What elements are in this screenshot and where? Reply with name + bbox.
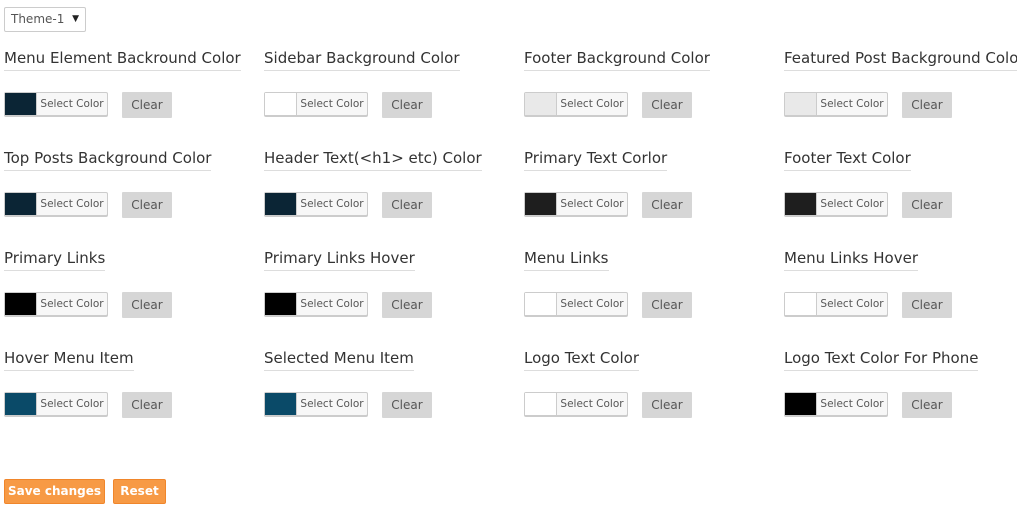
select-color-label: Select Color	[300, 398, 364, 410]
select-color-button[interactable]: Select Color	[264, 192, 368, 216]
clear-button[interactable]: Clear	[642, 92, 692, 118]
color-setting: Header Text(<h1> etc) Color Select Color C…	[264, 148, 514, 228]
color-setting: Footer Text Color Select Color Clear	[784, 148, 1017, 228]
clear-button[interactable]: Clear	[642, 192, 692, 218]
select-color-button[interactable]: Select Color	[264, 92, 368, 116]
clear-button[interactable]: Clear	[642, 292, 692, 318]
select-color-label: Select Color	[40, 98, 104, 110]
clear-button[interactable]: Clear	[902, 92, 952, 118]
select-color-button[interactable]: Select Color	[4, 392, 108, 416]
color-setting-label: Header Text(<h1> etc) Color	[264, 148, 482, 171]
clear-button[interactable]: Clear	[382, 192, 432, 218]
clear-button[interactable]: Clear	[642, 392, 692, 418]
color-setting-label: Logo Text Color For Phone	[784, 348, 979, 371]
color-setting-label: Primary Text Corlor	[524, 148, 668, 171]
color-setting-label: Menu Element Backround Color	[4, 48, 241, 71]
color-setting: Primary Links Hover Select Color Clear	[264, 248, 514, 328]
color-swatch[interactable]	[265, 293, 297, 315]
color-setting-label: Footer Text Color	[784, 148, 911, 171]
select-color-label: Select Color	[820, 198, 884, 210]
select-color-button[interactable]: Select Color	[784, 192, 888, 216]
color-setting-label: Top Posts Background Color	[4, 148, 212, 171]
color-setting-label: Sidebar Background Color	[264, 48, 460, 71]
color-swatch[interactable]	[525, 293, 557, 315]
select-color-label: Select Color	[40, 398, 104, 410]
color-setting: Footer Background Color Select Color Clear	[524, 48, 774, 128]
color-swatch[interactable]	[5, 393, 37, 415]
select-color-label: Select Color	[820, 98, 884, 110]
clear-button[interactable]: Clear	[902, 192, 952, 218]
clear-button[interactable]: Clear	[122, 292, 172, 318]
clear-button[interactable]: Clear	[122, 392, 172, 418]
color-setting: Top Posts Background Color Select Color Cl…	[4, 148, 254, 228]
color-setting-label: Footer Background Color	[524, 48, 710, 71]
color-setting: Sidebar Background Color Select Color Clea…	[264, 48, 514, 128]
select-color-label: Select Color	[300, 198, 364, 210]
clear-button[interactable]: Clear	[382, 292, 432, 318]
color-settings-grid: Menu Element Backround Color Select Color…	[0, 0, 1017, 440]
select-color-label: Select Color	[560, 298, 624, 310]
select-color-label: Select Color	[820, 398, 884, 410]
color-swatch[interactable]	[525, 393, 557, 415]
select-color-label: Select Color	[560, 198, 624, 210]
color-setting: Menu Links Select Color Clear	[524, 248, 774, 328]
clear-button[interactable]: Clear	[382, 92, 432, 118]
color-setting: Hover Menu Item Select Color Clear	[4, 348, 254, 428]
clear-button[interactable]: Clear	[122, 192, 172, 218]
clear-button[interactable]: Clear	[902, 292, 952, 318]
select-color-label: Select Color	[820, 298, 884, 310]
color-setting: Menu Element Backround Color Select Color…	[4, 48, 254, 128]
select-color-button[interactable]: Select Color	[784, 92, 888, 116]
color-swatch[interactable]	[525, 193, 557, 215]
select-color-label: Select Color	[300, 298, 364, 310]
color-setting-label: Primary Links Hover	[264, 248, 415, 271]
color-swatch[interactable]	[265, 93, 297, 115]
color-swatch[interactable]	[5, 293, 37, 315]
select-color-label: Select Color	[560, 398, 624, 410]
clear-button[interactable]: Clear	[902, 392, 952, 418]
color-setting-label: Hover Menu Item	[4, 348, 134, 371]
select-color-button[interactable]: Select Color	[524, 92, 628, 116]
select-color-button[interactable]: Select Color	[784, 292, 888, 316]
color-setting: Logo Text Color Select Color Clear	[524, 348, 774, 428]
color-swatch[interactable]	[265, 393, 297, 415]
color-setting-label: Menu Links	[524, 248, 609, 271]
select-color-button[interactable]: Select Color	[524, 292, 628, 316]
reset-button[interactable]: Reset	[113, 479, 166, 504]
color-swatch[interactable]	[265, 193, 297, 215]
color-setting-label: Menu Links Hover	[784, 248, 918, 271]
color-setting: Menu Links Hover Select Color Clear	[784, 248, 1017, 328]
color-setting-label: Primary Links	[4, 248, 106, 271]
select-color-button[interactable]: Select Color	[524, 392, 628, 416]
clear-button[interactable]: Clear	[382, 392, 432, 418]
color-setting: Featured Post Background Color Select Col…	[784, 48, 1017, 128]
select-color-button[interactable]: Select Color	[784, 392, 888, 416]
color-swatch[interactable]	[5, 193, 37, 215]
color-setting: Selected Menu Item Select Color Clear	[264, 348, 514, 428]
select-color-label: Select Color	[40, 198, 104, 210]
color-setting-label: Logo Text Color	[524, 348, 640, 371]
color-setting: Primary Links Select Color Clear	[4, 248, 254, 328]
select-color-button[interactable]: Select Color	[4, 92, 108, 116]
select-color-button[interactable]: Select Color	[4, 292, 108, 316]
color-swatch[interactable]	[525, 93, 557, 115]
color-swatch[interactable]	[5, 93, 37, 115]
color-swatch[interactable]	[785, 393, 817, 415]
color-setting: Primary Text Corlor Select Color Clear	[524, 148, 774, 228]
select-color-button[interactable]: Select Color	[264, 392, 368, 416]
select-color-button[interactable]: Select Color	[524, 192, 628, 216]
save-changes-button[interactable]: Save changes	[4, 479, 105, 504]
select-color-label: Select Color	[300, 98, 364, 110]
select-color-label: Select Color	[560, 98, 624, 110]
select-color-button[interactable]: Select Color	[264, 292, 368, 316]
color-swatch[interactable]	[785, 193, 817, 215]
color-swatch[interactable]	[785, 293, 817, 315]
clear-button[interactable]: Clear	[122, 92, 172, 118]
select-color-button[interactable]: Select Color	[4, 192, 108, 216]
color-setting-label: Featured Post Background Color	[784, 48, 1017, 71]
color-setting-label: Selected Menu Item	[264, 348, 414, 371]
color-setting: Logo Text Color For Phone Select Color Cle…	[784, 348, 1017, 428]
color-swatch[interactable]	[785, 93, 817, 115]
select-color-label: Select Color	[40, 298, 104, 310]
